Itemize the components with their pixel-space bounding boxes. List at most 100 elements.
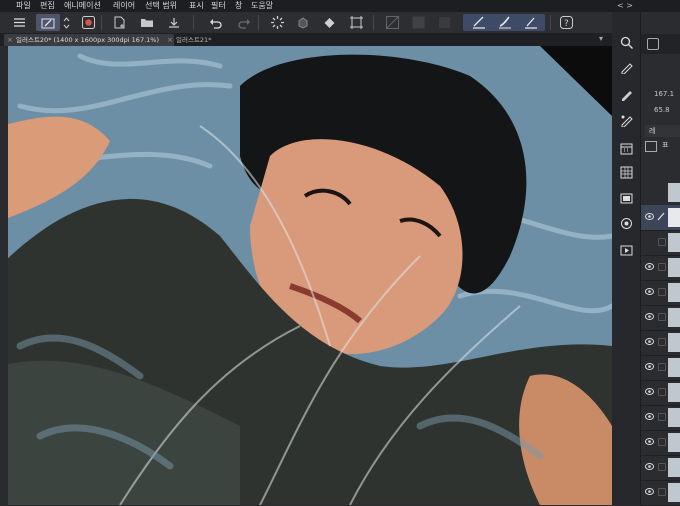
eye-icon[interactable] <box>645 488 654 495</box>
layer-thumbnail <box>668 208 680 227</box>
layer-row[interactable] <box>641 255 680 281</box>
layer-thumbnail <box>668 433 680 452</box>
canvas-left-edge <box>0 46 8 505</box>
lock-icon[interactable] <box>658 313 666 321</box>
close-icon[interactable]: × <box>167 34 173 46</box>
layer-row[interactable] <box>641 280 680 306</box>
lock-icon[interactable] <box>658 413 666 421</box>
rotation-value[interactable]: 65.8 <box>654 106 670 114</box>
eye-icon[interactable] <box>645 413 654 420</box>
zoom-value[interactable]: 167.1 <box>654 90 674 98</box>
eye-icon[interactable] <box>645 213 654 220</box>
layer-row[interactable] <box>641 180 680 206</box>
eye-icon[interactable] <box>645 338 654 345</box>
animation-icon[interactable] <box>618 242 634 258</box>
calendar-icon[interactable] <box>618 140 634 156</box>
menu-layer[interactable]: 레이어 <box>113 0 135 12</box>
toolbar: ? <box>0 12 612 34</box>
eye-icon[interactable] <box>645 388 654 395</box>
layer-thumbnail <box>668 183 680 202</box>
layer-row[interactable] <box>641 355 680 381</box>
layer-row[interactable] <box>641 330 680 356</box>
eye-icon[interactable] <box>645 363 654 370</box>
panel-collapse-arrows[interactable]: < > <box>617 0 633 12</box>
drawing-canvas[interactable] <box>0 46 612 505</box>
sub-tool-icon[interactable] <box>618 59 634 75</box>
menu-edit[interactable]: 편집 <box>40 0 55 12</box>
lock-icon[interactable] <box>658 488 666 496</box>
spin-icon[interactable] <box>61 14 71 31</box>
menu-help[interactable]: 도움말 <box>251 0 273 12</box>
history-icon[interactable] <box>618 215 634 231</box>
lock-icon[interactable] <box>658 463 666 471</box>
navigator-preview-icon <box>647 38 659 50</box>
tab-illustration-20[interactable]: × 일러스트20* (1400 x 1600px 300dpi 167.1%) <box>4 34 174 46</box>
lock-icon[interactable] <box>658 263 666 271</box>
loading-icon[interactable] <box>268 14 286 31</box>
eye-icon[interactable] <box>645 463 654 470</box>
blend-mode-icon <box>645 141 657 152</box>
tab-label: 일러스트20* (1400 x 1600px 300dpi 167.1%) <box>16 36 159 44</box>
fill-icon[interactable] <box>294 14 312 31</box>
pen-icon[interactable] <box>36 14 60 31</box>
layer-row[interactable] <box>641 430 680 456</box>
menu-file[interactable]: 파일 <box>16 0 31 12</box>
lock-icon[interactable] <box>658 388 666 396</box>
eye-icon[interactable] <box>645 263 654 270</box>
artwork <box>0 46 612 505</box>
blend-mode-row[interactable]: 표 <box>645 140 680 152</box>
eye-icon[interactable] <box>645 288 654 295</box>
eye-icon[interactable] <box>645 438 654 445</box>
menu-window[interactable]: 창 <box>235 0 242 12</box>
layer-thumbnail <box>668 233 680 252</box>
tool-property-icon[interactable] <box>618 86 634 102</box>
transform-icon[interactable] <box>320 14 338 31</box>
record-icon[interactable] <box>79 14 97 31</box>
menu-selection[interactable]: 선택 범위 <box>145 0 177 12</box>
lock-icon[interactable] <box>658 338 666 346</box>
layer-row[interactable] <box>641 380 680 406</box>
tab-illustration-21[interactable]: × 일러스트21* <box>164 34 256 46</box>
toolbar-separator <box>373 15 374 30</box>
selection-icon[interactable] <box>383 14 401 31</box>
close-icon[interactable]: × <box>7 34 13 46</box>
toolbar-separator <box>550 15 551 30</box>
undo-icon[interactable] <box>206 14 224 31</box>
lock-icon[interactable] <box>658 288 666 296</box>
layer-thumbnail <box>668 283 680 302</box>
brush-size-icon[interactable] <box>618 112 634 128</box>
layer-row[interactable] <box>641 405 680 431</box>
tab-menu-icon[interactable]: ▾ <box>599 34 603 43</box>
lock-icon[interactable] <box>658 238 666 246</box>
brush-2-icon[interactable] <box>496 14 514 31</box>
crop-icon[interactable] <box>435 14 453 31</box>
layer-row[interactable] <box>641 480 680 506</box>
menu-animation[interactable]: 애니메이션 <box>64 0 101 12</box>
open-folder-icon[interactable] <box>138 14 156 31</box>
help-icon[interactable]: ? <box>557 14 575 31</box>
lock-icon[interactable] <box>658 363 666 371</box>
menu-filter[interactable]: 필터 <box>211 0 226 12</box>
layer-panel-header: 레 <box>645 125 680 137</box>
layer-row[interactable] <box>641 205 680 231</box>
blend-mode-label: 표 <box>662 141 669 149</box>
color-set-icon[interactable] <box>618 164 634 180</box>
eye-icon[interactable] <box>645 313 654 320</box>
brush-3-icon[interactable] <box>522 14 540 31</box>
clear-icon[interactable] <box>409 14 427 31</box>
layer-row[interactable] <box>641 305 680 331</box>
layer-property-icon[interactable] <box>618 190 634 206</box>
grid-icon[interactable] <box>347 14 365 31</box>
menu-icon[interactable] <box>10 14 28 31</box>
layer-row[interactable] <box>641 455 680 481</box>
layer-row[interactable] <box>641 230 680 256</box>
brush-1-icon[interactable] <box>470 14 488 31</box>
menu-view[interactable]: 표시 <box>189 0 204 12</box>
redo-icon[interactable] <box>235 14 253 31</box>
navigator-icon[interactable] <box>618 34 634 50</box>
save-icon[interactable] <box>165 14 183 31</box>
tab-label: 일러스트21* <box>176 36 212 44</box>
new-file-icon[interactable] <box>111 14 129 31</box>
layer-thumbnail <box>668 308 680 327</box>
lock-icon[interactable] <box>658 438 666 446</box>
